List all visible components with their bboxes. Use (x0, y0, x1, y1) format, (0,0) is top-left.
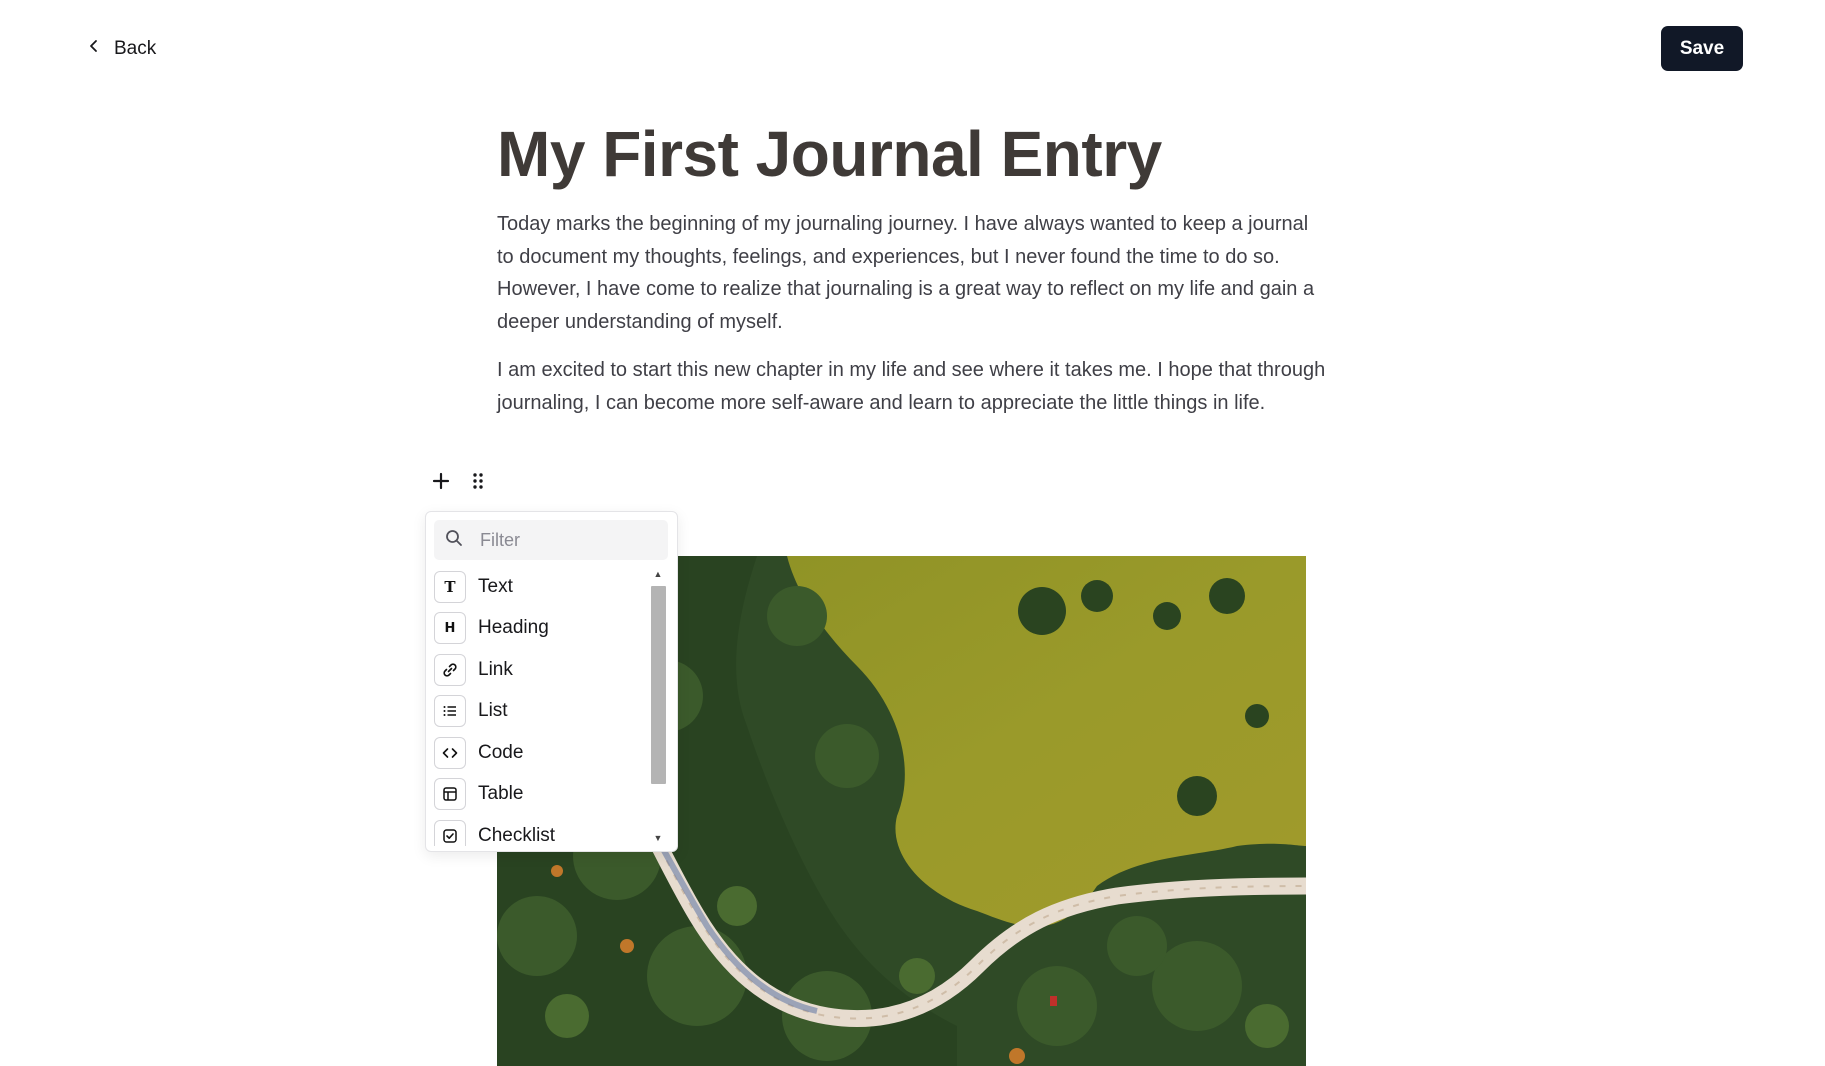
menu-item-code[interactable]: Code (434, 732, 644, 774)
filter-input[interactable] (478, 528, 652, 552)
search-icon (434, 528, 464, 553)
save-button[interactable]: Save (1661, 26, 1743, 71)
back-label: Back (114, 38, 157, 59)
drag-handle-icon[interactable] (467, 470, 489, 492)
scroll-up-arrow-icon[interactable]: ▲ (648, 566, 668, 582)
block-type-list[interactable]: T Text H Heading Link List Code Table Ch… (434, 566, 644, 846)
chevron-left-icon (86, 38, 102, 60)
menu-item-heading[interactable]: H Heading (434, 608, 644, 650)
menu-item-label: Text (478, 575, 513, 597)
block-insert-menu: T Text H Heading Link List Code (425, 511, 678, 852)
menu-item-label: Code (478, 741, 524, 763)
menu-item-text[interactable]: T Text (434, 566, 644, 608)
menu-item-list[interactable]: List (434, 691, 644, 733)
table-icon (434, 778, 466, 811)
code-icon (434, 736, 466, 769)
menu-item-label: Heading (478, 617, 549, 639)
menu-item-checklist[interactable]: Checklist (434, 815, 644, 846)
menu-item-label: Link (478, 658, 513, 680)
list-icon (434, 695, 466, 728)
entry-paragraph[interactable]: I am excited to start this new chapter i… (497, 354, 1327, 419)
menu-item-link[interactable]: Link (434, 649, 644, 691)
menu-item-table[interactable]: Table (434, 774, 644, 816)
checklist-icon (434, 819, 466, 846)
block-toolbar (430, 470, 489, 492)
entry-paragraph[interactable]: Today marks the beginning of my journali… (497, 208, 1327, 338)
scroll-down-arrow-icon[interactable]: ▼ (648, 830, 668, 846)
menu-item-label: List (478, 700, 508, 722)
heading-icon: H (434, 612, 466, 645)
filter-field (434, 520, 668, 560)
scrollbar-thumb[interactable] (651, 586, 666, 784)
link-icon (434, 653, 466, 686)
back-button[interactable]: Back (86, 34, 156, 64)
add-block-icon[interactable] (430, 470, 452, 492)
entry-title[interactable]: My First Journal Entry (497, 112, 1162, 196)
menu-scrollbar[interactable]: ▲ ▼ (648, 566, 668, 846)
menu-item-label: Checklist (478, 824, 556, 846)
menu-item-label: Table (478, 783, 524, 805)
text-type-icon: T (434, 570, 466, 603)
